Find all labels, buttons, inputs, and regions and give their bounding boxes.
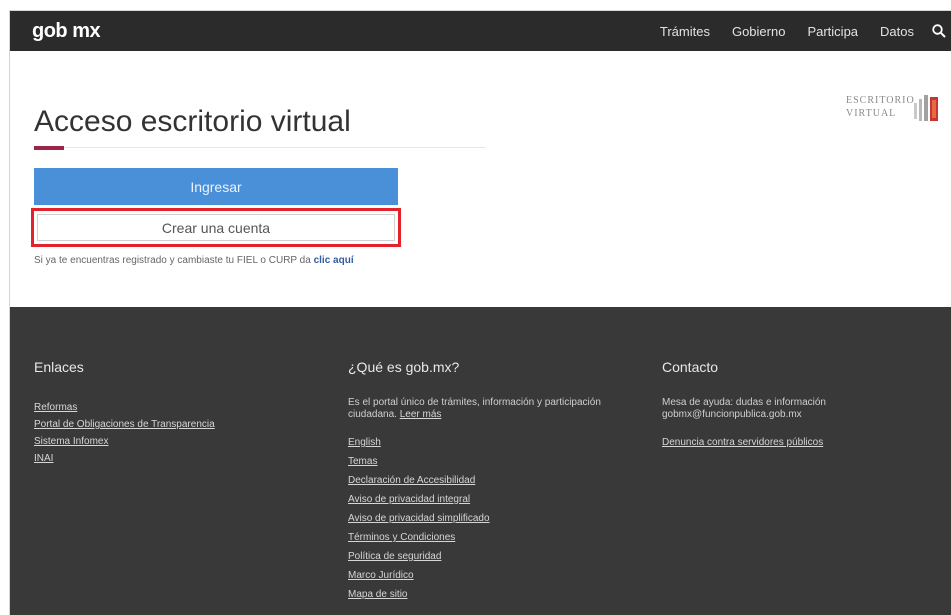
list-item: Sistema Infomex xyxy=(34,433,215,450)
browser-viewport: gob mx Trámites Gobierno Participa Datos… xyxy=(9,10,951,615)
list-item: Términos y Condiciones xyxy=(348,528,648,547)
help-text-label: Si ya te encuentras registrado y cambias… xyxy=(34,255,314,266)
footer-heading-contacto: Contacto xyxy=(662,359,719,375)
top-navbar: gob mx Trámites Gobierno Participa Datos xyxy=(10,11,951,51)
footer: Enlaces Reformas Portal de Obligaciones … xyxy=(10,307,951,615)
list-item: Denuncia contra servidores públicos xyxy=(662,433,922,452)
contacto-links: Denuncia contra servidores públicos xyxy=(662,433,922,452)
link-temas[interactable]: Temas xyxy=(348,456,377,467)
clic-aqui-link[interactable]: clic aquí xyxy=(314,255,354,266)
link-privacidad-integral[interactable]: Aviso de privacidad integral xyxy=(348,494,470,505)
list-item: English xyxy=(348,433,648,452)
link-reformas[interactable]: Reformas xyxy=(34,402,77,413)
help-text: Si ya te encuentras registrado y cambias… xyxy=(34,255,354,266)
link-privacidad-simplificado[interactable]: Aviso de privacidad simplificado xyxy=(348,513,490,524)
badge-line-2: VIRTUAL xyxy=(846,108,897,119)
main-content: Acceso escritorio virtual ESCRITORIO VIR… xyxy=(10,51,951,307)
link-terminos[interactable]: Términos y Condiciones xyxy=(348,532,455,543)
link-inai[interactable]: INAI xyxy=(34,453,53,464)
nav-item-participa[interactable]: Participa xyxy=(807,24,858,39)
footer-col-contacto: Contacto Mesa de ayuda: dudas e informac… xyxy=(662,359,922,452)
link-infomex[interactable]: Sistema Infomex xyxy=(34,436,108,447)
nav-item-datos[interactable]: Datos xyxy=(880,24,914,39)
escritorio-virtual-emblem-icon xyxy=(914,95,938,121)
badge-line-1: ESCRITORIO xyxy=(846,95,915,106)
main-nav: Trámites Gobierno Participa Datos xyxy=(660,11,951,51)
que-es-links: English Temas Declaración de Accesibilid… xyxy=(348,433,648,604)
link-seguridad[interactable]: Política de seguridad xyxy=(348,551,441,562)
gobmx-logo[interactable]: gob mx xyxy=(32,20,101,43)
link-mapa-sitio[interactable]: Mapa de sitio xyxy=(348,589,407,600)
list-item: Declaración de Accesibilidad xyxy=(348,471,648,490)
list-item: Aviso de privacidad integral xyxy=(348,490,648,509)
list-item: Mapa de sitio xyxy=(348,585,648,604)
list-item: Portal de Obligaciones de Transparencia xyxy=(34,416,215,433)
list-item: Marco Jurídico xyxy=(348,566,648,585)
footer-heading-que-es: ¿Qué es gob.mx? xyxy=(348,359,460,375)
footer-heading-enlaces: Enlaces xyxy=(34,359,84,375)
link-transparencia[interactable]: Portal de Obligaciones de Transparencia xyxy=(34,419,215,430)
ingresar-button[interactable]: Ingresar xyxy=(34,168,398,205)
crear-cuenta-button[interactable]: Crear una cuenta xyxy=(37,214,395,241)
list-item: Reformas xyxy=(34,399,215,416)
highlight-box: Crear una cuenta xyxy=(31,208,401,247)
title-divider xyxy=(34,147,486,148)
list-item: Aviso de privacidad simplificado xyxy=(348,509,648,528)
leer-mas-link[interactable]: Leer más xyxy=(400,409,442,420)
contacto-email: gobmx@funcionpublica.gob.mx xyxy=(662,409,802,420)
que-es-text: Es el portal único de trámites, informac… xyxy=(348,397,601,420)
link-marco-juridico[interactable]: Marco Jurídico xyxy=(348,570,414,581)
title-accent-bar xyxy=(34,146,64,150)
page-title: Acceso escritorio virtual xyxy=(34,105,351,138)
que-es-description: Es el portal único de trámites, informac… xyxy=(348,397,648,421)
footer-col-que-es: ¿Qué es gob.mx? Es el portal único de tr… xyxy=(348,359,648,604)
list-item: Política de seguridad xyxy=(348,547,648,566)
contacto-info: Mesa de ayuda: dudas e información gobmx@… xyxy=(662,397,922,421)
enlaces-list: Reformas Portal de Obligaciones de Trans… xyxy=(34,399,215,467)
contacto-line-1: Mesa de ayuda: dudas e información xyxy=(662,397,826,408)
link-accesibilidad[interactable]: Declaración de Accesibilidad xyxy=(348,475,475,486)
search-icon[interactable] xyxy=(932,24,946,38)
list-item: INAI xyxy=(34,450,215,467)
nav-item-tramites[interactable]: Trámites xyxy=(660,24,710,39)
link-english[interactable]: English xyxy=(348,437,381,448)
nav-item-gobierno[interactable]: Gobierno xyxy=(732,24,785,39)
escritorio-virtual-logo: ESCRITORIO VIRTUAL xyxy=(846,91,942,131)
footer-col-enlaces: Enlaces Reformas Portal de Obligaciones … xyxy=(34,359,215,467)
link-denuncia[interactable]: Denuncia contra servidores públicos xyxy=(662,437,823,448)
list-item: Temas xyxy=(348,452,648,471)
